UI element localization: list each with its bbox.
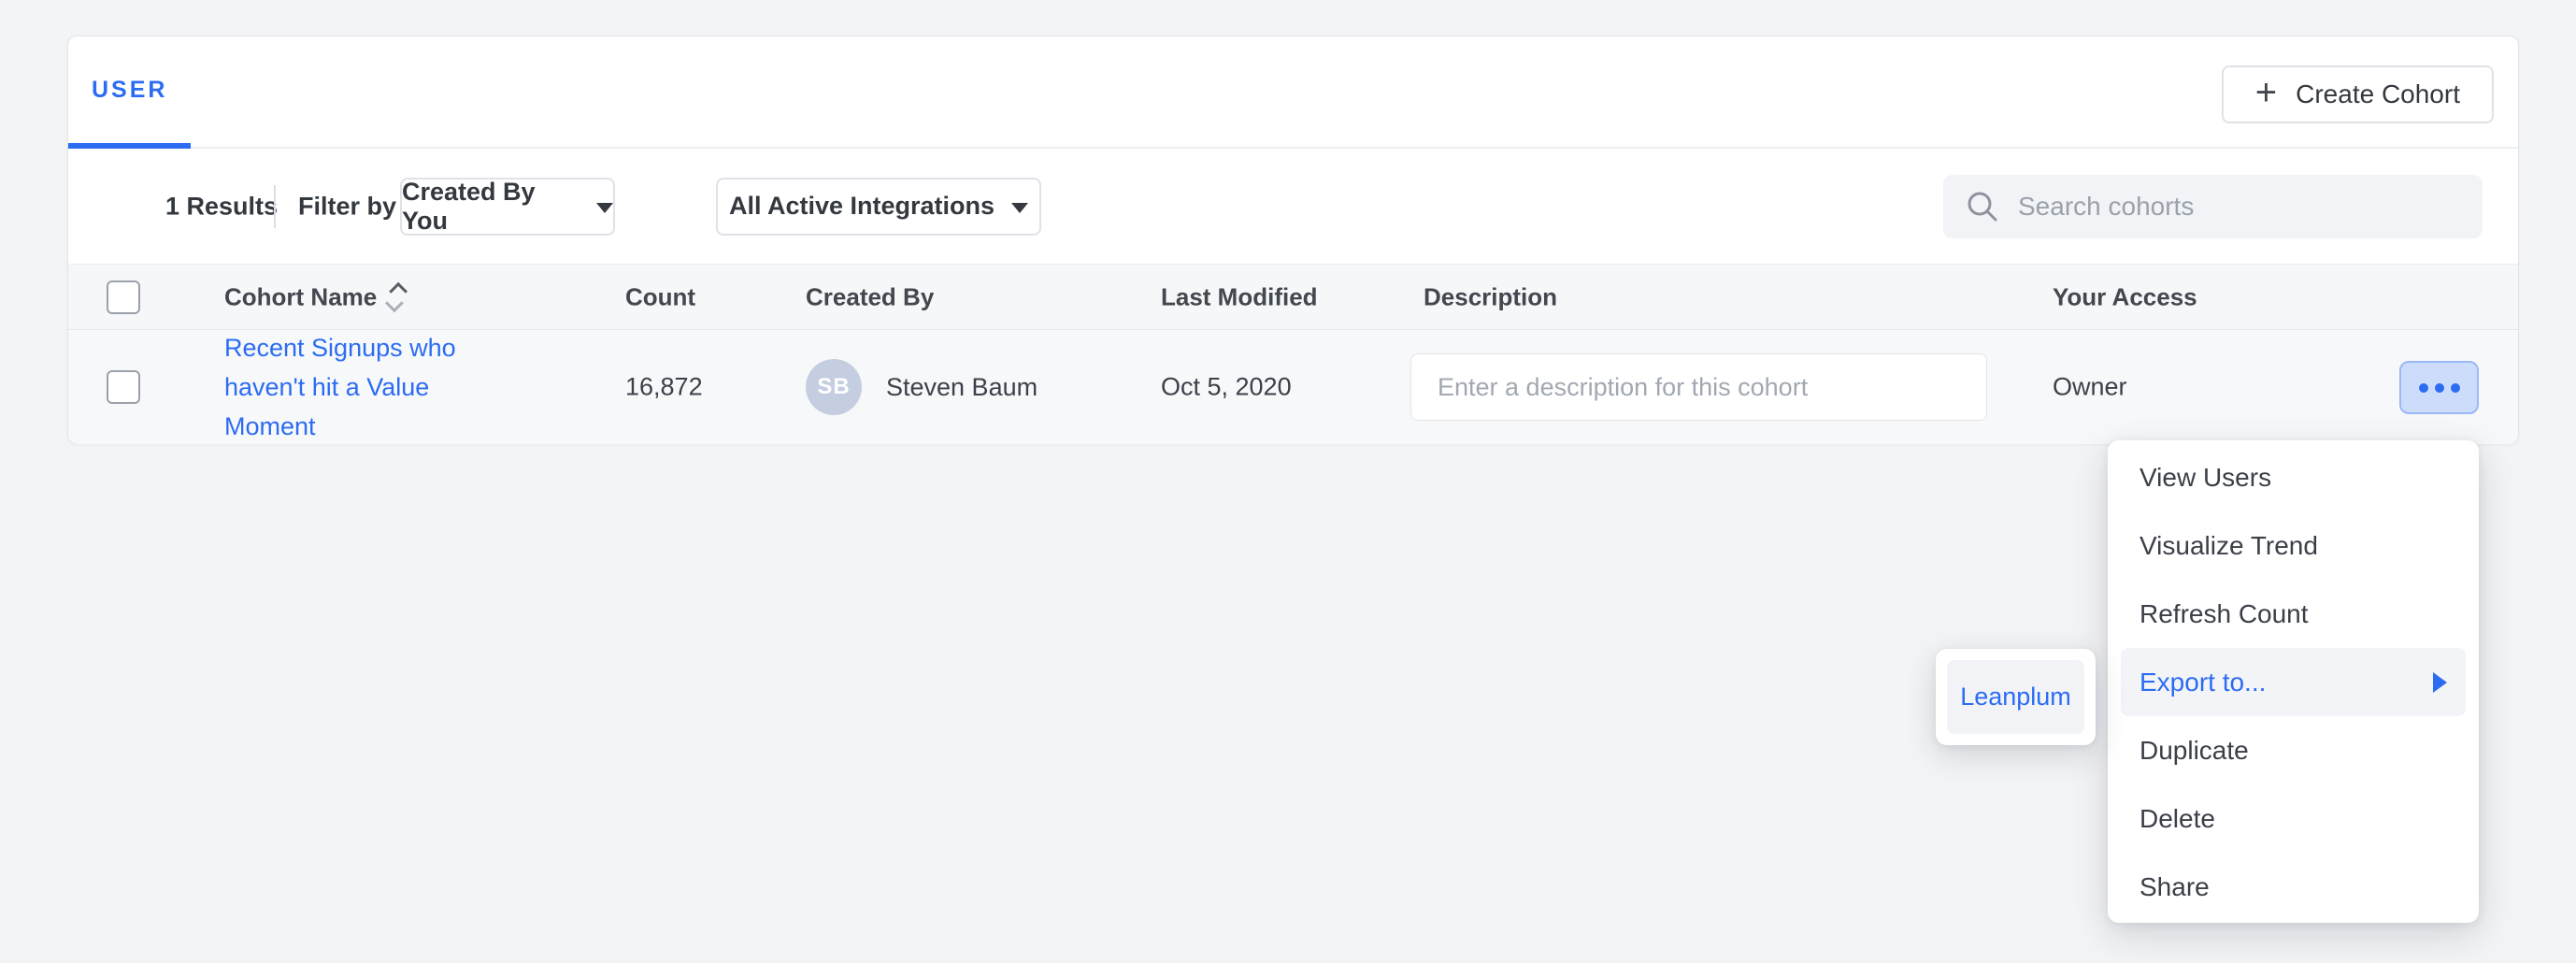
create-cohort-label: Create Cohort xyxy=(2296,79,2460,109)
menu-item-visualize-trend[interactable]: Visualize Trend xyxy=(2121,511,2466,580)
search-input[interactable] xyxy=(2018,192,2462,222)
create-cohort-button[interactable]: + Create Cohort xyxy=(2222,65,2494,123)
header-description: Description xyxy=(1424,282,1557,311)
filter-toolbar: 1 Results Filter by Created By You All A… xyxy=(68,149,2518,264)
more-options-button[interactable] xyxy=(2399,361,2479,414)
menu-item-view-users[interactable]: View Users xyxy=(2121,443,2466,511)
sort-icon[interactable] xyxy=(390,282,403,311)
row-checkbox[interactable] xyxy=(107,370,140,404)
ellipsis-icon xyxy=(2435,383,2444,393)
table-header-row: Cohort Name Count Created By Last Modifi… xyxy=(68,264,2518,330)
cohort-name-link[interactable]: Recent Signups who haven't hit a Value M… xyxy=(224,328,523,446)
chevron-down-icon xyxy=(1011,203,1028,213)
header-cohort-name-label: Cohort Name xyxy=(224,282,377,311)
integrations-dropdown[interactable]: All Active Integrations xyxy=(716,178,1041,236)
avatar: SB xyxy=(806,359,862,415)
menu-item-export-to[interactable]: Export to... xyxy=(2121,648,2466,716)
ellipsis-icon xyxy=(2419,383,2428,393)
creator-name: Steven Baum xyxy=(886,373,1038,402)
menu-item-share[interactable]: Share xyxy=(2121,853,2466,921)
header-last-modified: Last Modified xyxy=(1161,282,1318,311)
description-input[interactable] xyxy=(1410,353,1987,421)
filter-by-label: Filter by xyxy=(298,192,396,221)
created-by-dropdown[interactable]: Created By You xyxy=(400,178,615,236)
created-by-cell: SB Steven Baum xyxy=(806,359,1038,415)
header-your-access: Your Access xyxy=(2053,282,2197,311)
header-created-by: Created By xyxy=(806,282,934,311)
submenu-arrow-icon xyxy=(2433,672,2447,693)
cohorts-panel: USER + Create Cohort 1 Results Filter by… xyxy=(67,36,2519,444)
search-icon xyxy=(1964,188,2001,225)
select-all-checkbox[interactable] xyxy=(107,280,140,314)
tab-user-label: USER xyxy=(92,77,167,104)
ellipsis-icon xyxy=(2451,383,2460,393)
tab-bar: USER + Create Cohort xyxy=(68,36,2518,149)
export-submenu: Leanplum xyxy=(1936,649,2096,745)
results-count: 1 Results xyxy=(165,192,278,221)
tab-user[interactable]: USER xyxy=(68,36,191,149)
created-by-dropdown-value: Created By You xyxy=(402,178,580,236)
menu-item-export-to-label: Export to... xyxy=(2140,668,2266,697)
integrations-dropdown-value: All Active Integrations xyxy=(729,192,995,221)
header-count: Count xyxy=(625,282,695,311)
select-all-checkbox-cell xyxy=(107,280,140,314)
chevron-down-icon xyxy=(596,203,613,213)
cohort-count: 16,872 xyxy=(625,373,703,402)
row-checkbox-cell xyxy=(107,370,140,404)
last-modified-cell: Oct 5, 2020 xyxy=(1161,373,1292,402)
plus-icon: + xyxy=(2255,74,2277,111)
menu-item-duplicate[interactable]: Duplicate xyxy=(2121,716,2466,784)
menu-item-delete[interactable]: Delete xyxy=(2121,784,2466,853)
table-row: Recent Signups who haven't hit a Value M… xyxy=(68,330,2518,444)
menu-item-refresh-count[interactable]: Refresh Count xyxy=(2121,580,2466,648)
row-context-menu: View Users Visualize Trend Refresh Count… xyxy=(2108,440,2479,923)
access-cell: Owner xyxy=(2053,373,2127,402)
submenu-item-leanplum[interactable]: Leanplum xyxy=(1947,660,2084,734)
toolbar-divider xyxy=(274,185,276,228)
header-cohort-name[interactable]: Cohort Name xyxy=(224,282,403,311)
search-box xyxy=(1943,175,2483,238)
